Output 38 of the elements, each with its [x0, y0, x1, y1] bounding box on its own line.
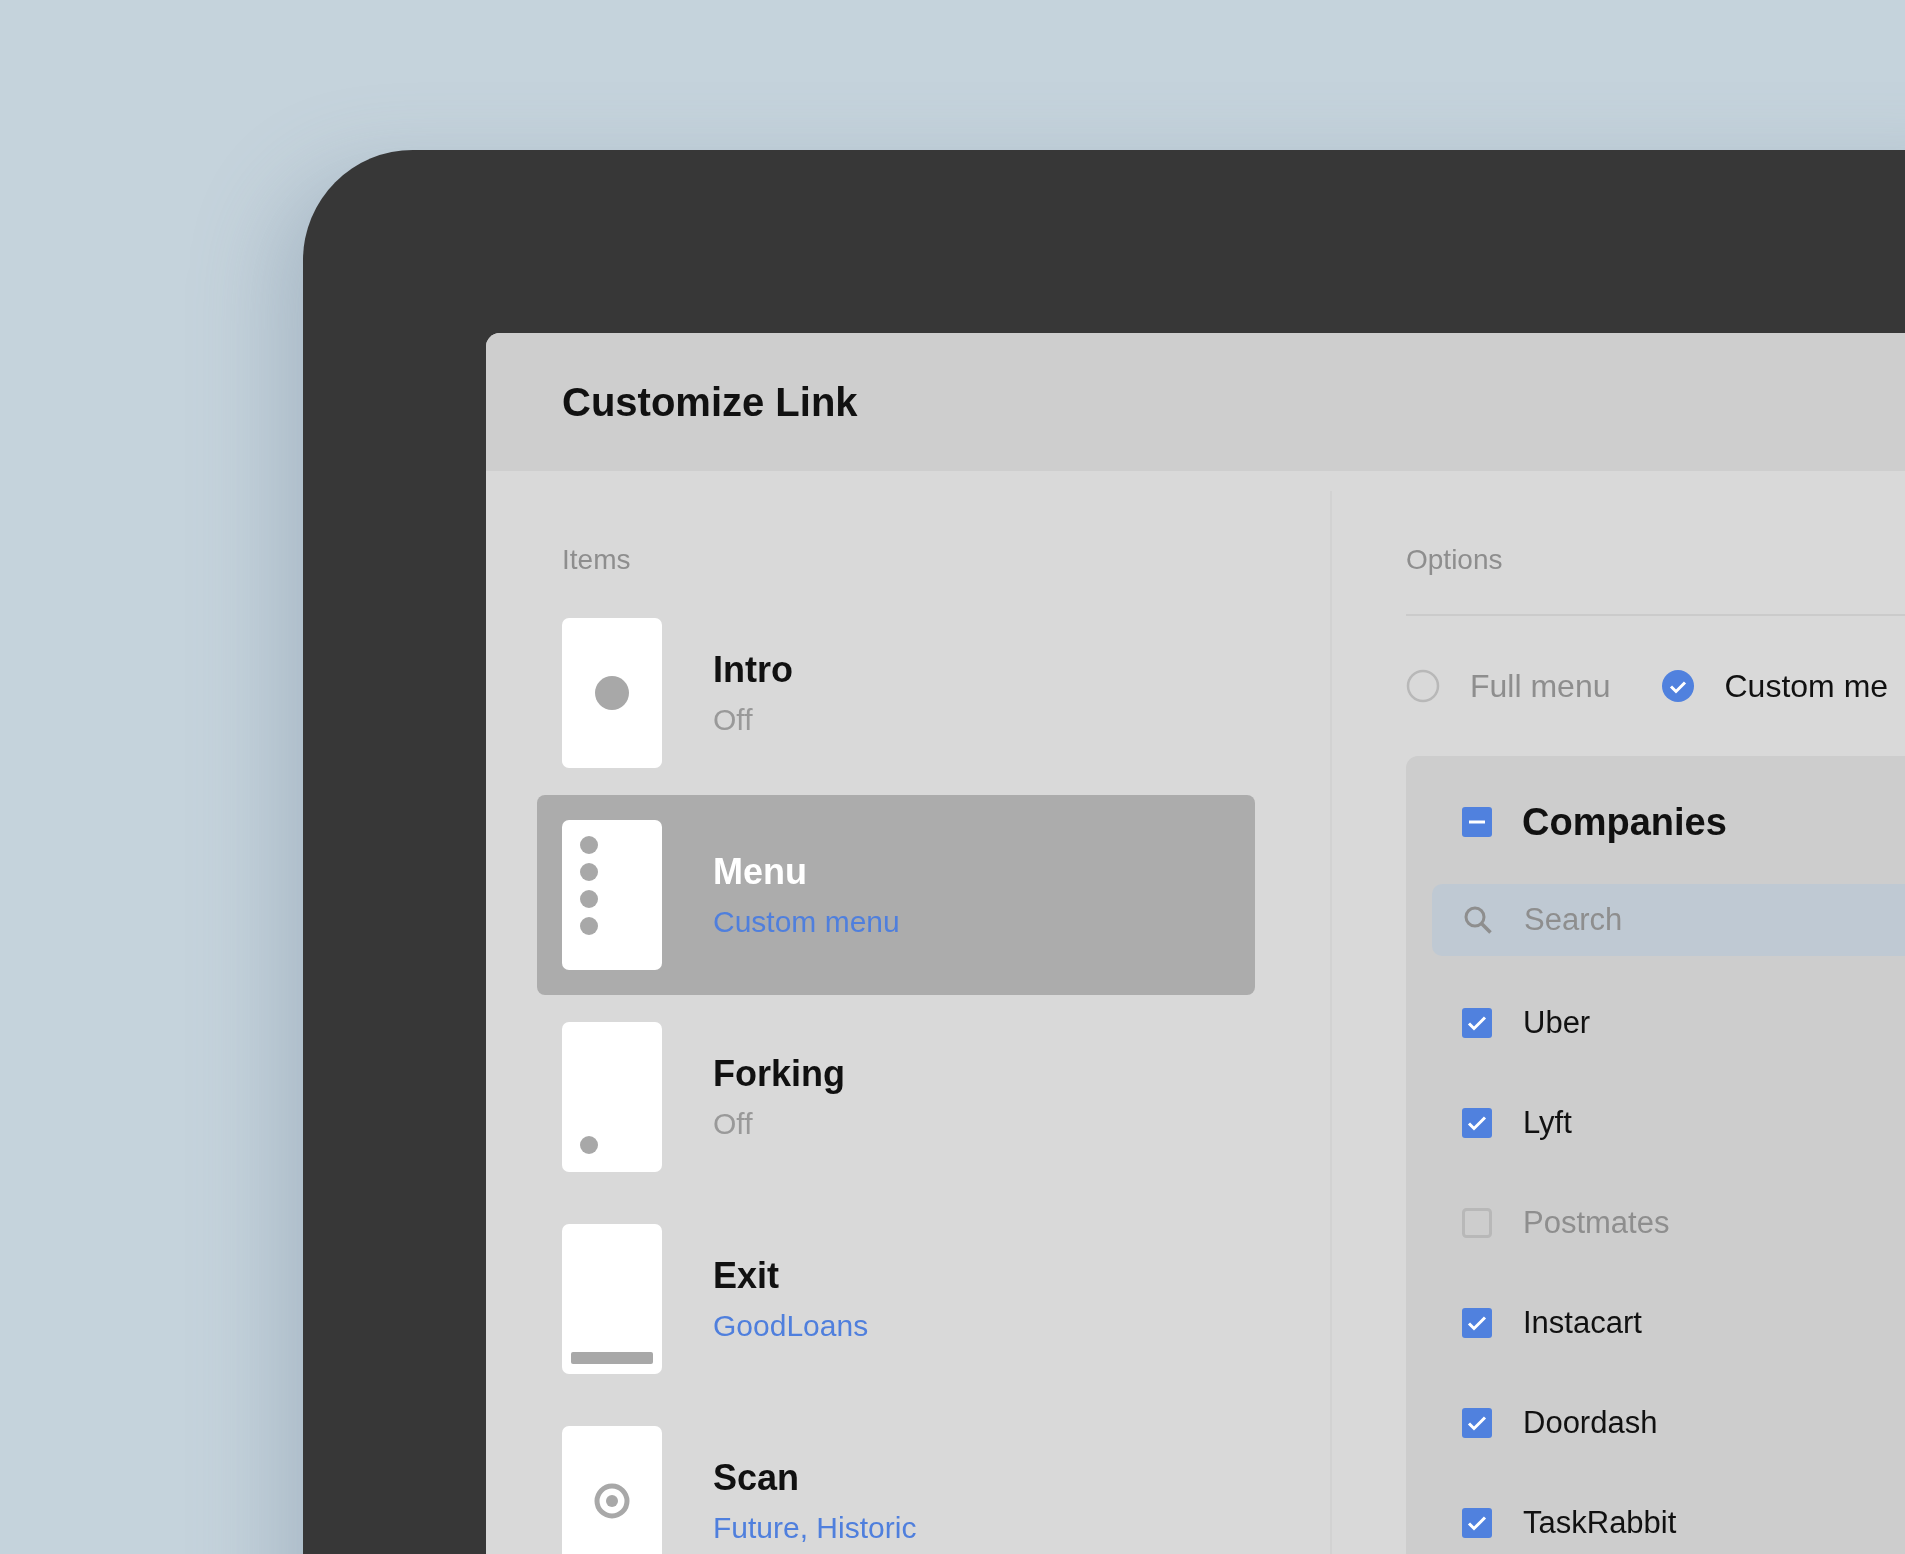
item-row[interactable]: Forking Off	[537, 997, 1255, 1197]
section-label: Items	[562, 543, 632, 577]
company-label: Uber	[1523, 1005, 1591, 1041]
item-title: Exit	[713, 1255, 781, 1297]
company-label: Doordash	[1523, 1405, 1658, 1441]
item-row[interactable]: Scan Future, Historic	[537, 1401, 1255, 1554]
item-status: Future, Historic	[713, 1511, 917, 1545]
company-label: Postmates	[1523, 1205, 1670, 1241]
group-title: Companies	[1522, 800, 1727, 844]
item-title: Intro	[713, 649, 793, 691]
dot-thumbnail-icon	[562, 618, 662, 768]
company-label: Lyft	[1523, 1105, 1572, 1141]
item-status: Custom menu	[713, 905, 900, 939]
checkbox[interactable]	[1462, 1008, 1492, 1038]
search-field[interactable]: Search	[1432, 884, 1905, 956]
item-status: GoodLoans	[713, 1309, 869, 1343]
window-title: Customize Link	[562, 379, 858, 425]
section-label: Options	[1406, 543, 1504, 577]
item-title: Menu	[713, 851, 808, 893]
target-thumbnail-icon	[562, 1426, 662, 1554]
dots-thumbnail-icon	[562, 820, 662, 970]
search-icon	[1462, 904, 1494, 936]
item-row[interactable]: Exit GoodLoans	[537, 1199, 1255, 1399]
bar-thumbnail-icon	[562, 1224, 662, 1374]
item-status: Off	[713, 1107, 754, 1141]
checkbox[interactable]	[1462, 1308, 1492, 1338]
item-row[interactable]: Intro Off	[537, 593, 1255, 793]
checkbox[interactable]	[1462, 1408, 1492, 1438]
item-status: Off	[713, 703, 754, 737]
company-label: TaskRabbit	[1523, 1505, 1677, 1541]
checkbox[interactable]	[1462, 1108, 1492, 1138]
partial-checkbox[interactable]	[1462, 807, 1492, 837]
checkbox[interactable]	[1462, 1508, 1492, 1538]
corner-dot-thumbnail-icon	[562, 1022, 662, 1172]
item-title: Scan	[713, 1457, 801, 1499]
menu-mode-radio[interactable]: Custom me	[1660, 667, 1889, 705]
item-title: Forking	[713, 1053, 845, 1095]
company-label: Instacart	[1523, 1305, 1642, 1341]
